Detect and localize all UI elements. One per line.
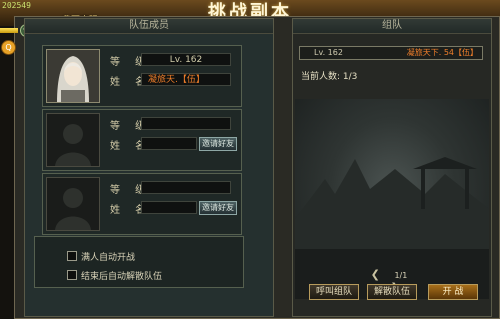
character-portrait-icon [47,50,99,102]
member-slot-2: 等 级 姓 名 邀请好友 [42,109,242,171]
auto-start-checkbox[interactable] [67,251,77,261]
team-panel-title: 队伍成员 [25,19,273,34]
member-avatar [46,177,100,231]
member-name: 凝旅天.【伍】 [141,73,231,86]
auto-dismiss-option[interactable]: 结束后自动解散队伍 [67,269,162,282]
member-avatar [46,49,100,103]
dismiss-team-button[interactable]: 解散队伍 [367,284,417,300]
page-indicator: 1/1 [394,271,408,280]
member-avatar [46,113,100,167]
member-slot-1: 等 级 Lv. 162 姓 名 凝旅天.【伍】 [42,45,242,107]
auto-dismiss-checkbox[interactable] [67,270,77,280]
invite-friend-button[interactable]: 邀请好友 [199,201,237,215]
start-battle-button[interactable]: 开 战 [428,284,478,300]
call-team-button[interactable]: 呼叫组队 [309,284,359,300]
prev-page-icon[interactable]: ❮ [371,268,380,281]
room-leader-name: 凝旅天下. 54【伍】 [406,48,478,57]
auto-start-option[interactable]: 满人自动开战 [67,250,135,263]
options-box: 满人自动开战 结束后自动解散队伍 [34,236,244,288]
auto-start-label: 满人自动开战 [81,253,136,263]
member-name [141,201,197,214]
silhouette-icon [55,124,91,166]
member-level [141,117,231,130]
side-strip [0,26,14,319]
member-slot-3: 等 级 姓 名 邀请好友 [42,173,242,235]
auto-dismiss-label: 结束后自动解散队伍 [81,272,163,282]
silhouette-icon [55,188,91,230]
member-name [141,137,197,150]
room-panel: 组队 Lv. 162 凝旅天下. 54【伍】 当前人数: 1/3 ❮ 1/1 ❯ [292,18,492,317]
invite-friend-button[interactable]: 邀请好友 [199,137,237,151]
room-panel-title: 组队 [293,19,491,34]
current-count: 当前人数: 1/3 [301,72,358,82]
member-level: Lv. 162 [141,53,231,66]
room-list-item[interactable]: Lv. 162 凝旅天下. 54【伍】 [299,46,483,60]
energy-bar [0,28,18,33]
member-level [141,181,231,194]
room-leader-level: Lv. 162 [314,48,343,57]
quest-icon[interactable]: Q [1,40,16,55]
